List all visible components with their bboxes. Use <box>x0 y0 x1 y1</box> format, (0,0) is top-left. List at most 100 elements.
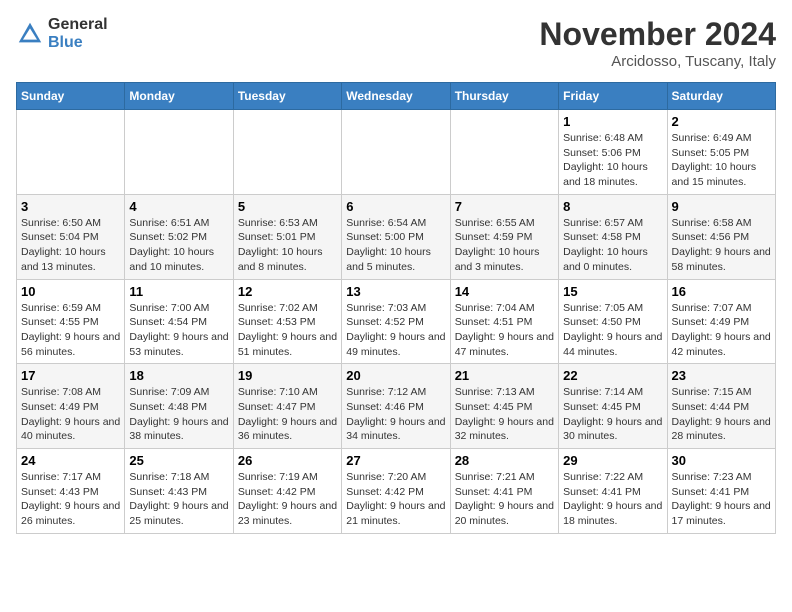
day-info: Sunrise: 6:59 AMSunset: 4:55 PMDaylight:… <box>21 301 120 360</box>
calendar-cell <box>450 110 558 195</box>
calendar-cell: 16 Sunrise: 7:07 AMSunset: 4:49 PMDayligh… <box>667 279 775 364</box>
day-number: 9 <box>672 199 771 214</box>
day-number: 13 <box>346 284 445 299</box>
day-number: 19 <box>238 368 337 383</box>
calendar-cell: 20 Sunrise: 7:12 AMSunset: 4:46 PMDayligh… <box>342 364 450 449</box>
day-info: Sunrise: 6:53 AMSunset: 5:01 PMDaylight:… <box>238 216 337 275</box>
day-number: 3 <box>21 199 120 214</box>
calendar-week-row: 24 Sunrise: 7:17 AMSunset: 4:43 PMDayligh… <box>17 449 776 534</box>
calendar-header-row: SundayMondayTuesdayWednesdayThursdayFrid… <box>17 83 776 110</box>
calendar-cell: 4Sunrise: 6:51 AMSunset: 5:02 PMDaylight… <box>125 194 233 279</box>
calendar-cell: 13 Sunrise: 7:03 AMSunset: 4:52 PMDayligh… <box>342 279 450 364</box>
calendar-cell: 17 Sunrise: 7:08 AMSunset: 4:49 PMDayligh… <box>17 364 125 449</box>
day-number: 29 <box>563 453 662 468</box>
day-info: Sunrise: 7:22 AMSunset: 4:41 PMDaylight:… <box>563 470 662 529</box>
calendar-cell: 12 Sunrise: 7:02 AMSunset: 4:53 PMDayligh… <box>233 279 341 364</box>
day-info: Sunrise: 7:21 AMSunset: 4:41 PMDaylight:… <box>455 470 554 529</box>
day-info: Sunrise: 6:50 AMSunset: 5:04 PMDaylight:… <box>21 216 120 275</box>
weekday-header: Monday <box>125 83 233 110</box>
day-info: Sunrise: 7:10 AMSunset: 4:47 PMDaylight:… <box>238 385 337 444</box>
day-info: Sunrise: 7:12 AMSunset: 4:46 PMDaylight:… <box>346 385 445 444</box>
day-info: Sunrise: 7:07 AMSunset: 4:49 PMDaylight:… <box>672 301 771 360</box>
day-info: Sunrise: 7:23 AMSunset: 4:41 PMDaylight:… <box>672 470 771 529</box>
calendar-cell: 9 Sunrise: 6:58 AMSunset: 4:56 PMDaylight… <box>667 194 775 279</box>
day-number: 5 <box>238 199 337 214</box>
calendar-cell: 30 Sunrise: 7:23 AMSunset: 4:41 PMDayligh… <box>667 449 775 534</box>
day-number: 6 <box>346 199 445 214</box>
calendar-cell: 26 Sunrise: 7:19 AMSunset: 4:42 PMDayligh… <box>233 449 341 534</box>
calendar-cell: 11Sunrise: 7:00 AMSunset: 4:54 PMDayligh… <box>125 279 233 364</box>
day-info: Sunrise: 7:15 AMSunset: 4:44 PMDaylight:… <box>672 385 771 444</box>
day-info: Sunrise: 6:48 AMSunset: 5:06 PMDaylight:… <box>563 131 662 190</box>
day-number: 2 <box>672 114 771 129</box>
day-info: Sunrise: 7:08 AMSunset: 4:49 PMDaylight:… <box>21 385 120 444</box>
weekday-header: Friday <box>559 83 667 110</box>
calendar-cell: 24 Sunrise: 7:17 AMSunset: 4:43 PMDayligh… <box>17 449 125 534</box>
weekday-header: Saturday <box>667 83 775 110</box>
day-number: 16 <box>672 284 771 299</box>
day-info: Sunrise: 6:55 AMSunset: 4:59 PMDaylight:… <box>455 216 554 275</box>
day-number: 7 <box>455 199 554 214</box>
calendar-week-row: 1 Sunrise: 6:48 AMSunset: 5:06 PMDaylight… <box>17 110 776 195</box>
day-number: 26 <box>238 453 337 468</box>
calendar-cell: 8Sunrise: 6:57 AMSunset: 4:58 PMDaylight… <box>559 194 667 279</box>
day-number: 22 <box>563 368 662 383</box>
calendar-cell <box>125 110 233 195</box>
calendar-cell: 5 Sunrise: 6:53 AMSunset: 5:01 PMDaylight… <box>233 194 341 279</box>
day-info: Sunrise: 7:19 AMSunset: 4:42 PMDaylight:… <box>238 470 337 529</box>
day-number: 12 <box>238 284 337 299</box>
day-number: 17 <box>21 368 120 383</box>
calendar-cell: 14 Sunrise: 7:04 AMSunset: 4:51 PMDayligh… <box>450 279 558 364</box>
day-info: Sunrise: 7:13 AMSunset: 4:45 PMDaylight:… <box>455 385 554 444</box>
day-number: 24 <box>21 453 120 468</box>
location-title: Arcidosso, Tuscany, Italy <box>539 53 776 70</box>
day-number: 21 <box>455 368 554 383</box>
calendar-cell: 25Sunrise: 7:18 AMSunset: 4:43 PMDayligh… <box>125 449 233 534</box>
calendar-cell: 27Sunrise: 7:20 AMSunset: 4:42 PMDayligh… <box>342 449 450 534</box>
calendar-cell <box>342 110 450 195</box>
page-header: General Blue November 2024 Arcidosso, Tu… <box>16 16 776 70</box>
calendar-cell: 10Sunrise: 6:59 AMSunset: 4:55 PMDayligh… <box>17 279 125 364</box>
calendar-table: SundayMondayTuesdayWednesdayThursdayFrid… <box>16 82 776 534</box>
calendar-cell: 23 Sunrise: 7:15 AMSunset: 4:44 PMDayligh… <box>667 364 775 449</box>
day-info: Sunrise: 7:05 AMSunset: 4:50 PMDaylight:… <box>563 301 662 360</box>
calendar-cell: 18 Sunrise: 7:09 AMSunset: 4:48 PMDayligh… <box>125 364 233 449</box>
logo: General Blue <box>16 16 108 51</box>
day-info: Sunrise: 7:04 AMSunset: 4:51 PMDaylight:… <box>455 301 554 360</box>
logo-general: General <box>48 16 108 34</box>
day-number: 27 <box>346 453 445 468</box>
day-number: 23 <box>672 368 771 383</box>
day-number: 1 <box>563 114 662 129</box>
day-info: Sunrise: 7:18 AMSunset: 4:43 PMDaylight:… <box>129 470 228 529</box>
calendar-cell: 15 Sunrise: 7:05 AMSunset: 4:50 PMDayligh… <box>559 279 667 364</box>
day-number: 15 <box>563 284 662 299</box>
day-info: Sunrise: 6:49 AMSunset: 5:05 PMDaylight:… <box>672 131 771 190</box>
weekday-header: Thursday <box>450 83 558 110</box>
calendar-week-row: 17 Sunrise: 7:08 AMSunset: 4:49 PMDayligh… <box>17 364 776 449</box>
day-number: 20 <box>346 368 445 383</box>
title-area: November 2024 Arcidosso, Tuscany, Italy <box>539 16 776 70</box>
calendar-cell: 19 Sunrise: 7:10 AMSunset: 4:47 PMDayligh… <box>233 364 341 449</box>
weekday-header: Sunday <box>17 83 125 110</box>
calendar-cell <box>17 110 125 195</box>
day-number: 28 <box>455 453 554 468</box>
day-info: Sunrise: 7:17 AMSunset: 4:43 PMDaylight:… <box>21 470 120 529</box>
day-info: Sunrise: 7:09 AMSunset: 4:48 PMDaylight:… <box>129 385 228 444</box>
calendar-cell: 7 Sunrise: 6:55 AMSunset: 4:59 PMDaylight… <box>450 194 558 279</box>
day-number: 14 <box>455 284 554 299</box>
calendar-cell: 2 Sunrise: 6:49 AMSunset: 5:05 PMDaylight… <box>667 110 775 195</box>
logo-text: General Blue <box>48 16 108 51</box>
day-info: Sunrise: 7:02 AMSunset: 4:53 PMDaylight:… <box>238 301 337 360</box>
day-number: 11 <box>129 284 228 299</box>
calendar-cell: 6Sunrise: 6:54 AMSunset: 5:00 PMDaylight… <box>342 194 450 279</box>
day-number: 30 <box>672 453 771 468</box>
day-number: 18 <box>129 368 228 383</box>
logo-blue: Blue <box>48 34 108 52</box>
day-info: Sunrise: 7:03 AMSunset: 4:52 PMDaylight:… <box>346 301 445 360</box>
calendar-week-row: 3 Sunrise: 6:50 AMSunset: 5:04 PMDaylight… <box>17 194 776 279</box>
day-info: Sunrise: 6:57 AMSunset: 4:58 PMDaylight:… <box>563 216 662 275</box>
calendar-cell: 21 Sunrise: 7:13 AMSunset: 4:45 PMDayligh… <box>450 364 558 449</box>
day-info: Sunrise: 6:58 AMSunset: 4:56 PMDaylight:… <box>672 216 771 275</box>
calendar-cell: 22Sunrise: 7:14 AMSunset: 4:45 PMDayligh… <box>559 364 667 449</box>
calendar-cell <box>233 110 341 195</box>
